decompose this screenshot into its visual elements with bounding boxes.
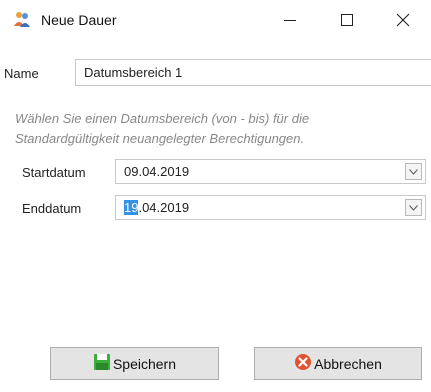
- name-value: Datumsbereich 1: [84, 65, 183, 80]
- name-input[interactable]: Datumsbereich 1: [75, 59, 431, 86]
- hint-text: Wählen Sie einen Datumsbereich (von - bi…: [15, 109, 415, 149]
- start-date-label: Startdatum: [22, 165, 86, 180]
- save-button[interactable]: Speichern: [50, 347, 219, 380]
- minimize-button[interactable]: [270, 0, 310, 40]
- title-bar[interactable]: Neue Dauer: [0, 0, 431, 40]
- window-title: Neue Dauer: [41, 12, 117, 28]
- end-date-rest: .04.2019: [138, 200, 190, 215]
- start-date-dropdown-button[interactable]: [405, 163, 422, 180]
- chevron-down-icon: [409, 168, 418, 175]
- hint-line-1: Wählen Sie einen Datumsbereich (von - bi…: [15, 111, 310, 126]
- chevron-down-icon: [409, 204, 418, 211]
- start-date-value: 09.04.2019: [124, 164, 190, 179]
- users-icon: [13, 10, 31, 28]
- save-disk-icon: [93, 353, 111, 374]
- maximize-button[interactable]: [327, 0, 367, 40]
- end-date-dropdown-button[interactable]: [405, 199, 422, 216]
- end-date-label: Enddatum: [22, 201, 82, 216]
- save-button-label: Speichern: [112, 355, 177, 372]
- start-date-picker[interactable]: 09.04.2019: [115, 159, 426, 184]
- end-date-value: 19.04.2019: [124, 200, 189, 215]
- hint-line-2: Standardgültigkeit neuangelegter Berecht…: [15, 131, 305, 146]
- end-date-selected-day: 19: [124, 200, 139, 215]
- name-label: Name: [4, 66, 39, 81]
- close-button[interactable]: [383, 0, 423, 40]
- end-date-picker[interactable]: 19.04.2019: [115, 195, 426, 220]
- cancel-button-label: Abbrechen: [314, 355, 382, 372]
- cancel-button[interactable]: Abbrechen: [254, 347, 422, 380]
- cancel-circle-icon: [294, 353, 312, 374]
